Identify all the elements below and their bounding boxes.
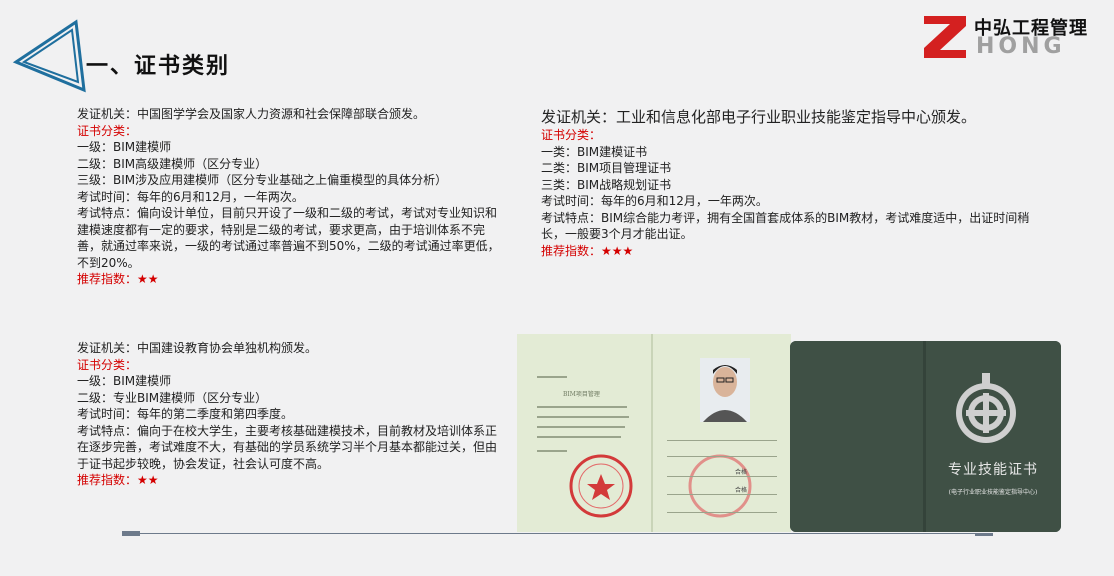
- cert-info-block-2: 发证机关：工业和信息化部电子行业职业技能鉴定指导中心颁发。 证书分类： 一类：B…: [541, 107, 1051, 259]
- issuer-text: 发证机关：工业和信息化部电子行业职业技能鉴定指导中心颁发。: [541, 108, 977, 126]
- level-item: 一级：BIM建模师: [77, 140, 172, 154]
- certificate-cover-photo: 专业技能证书 (电子行业职业技能鉴定指导中心): [790, 341, 1061, 532]
- cover-subtitle: (电子行业职业技能鉴定指导中心): [948, 489, 1038, 496]
- logo-english-text: HONG: [976, 34, 1066, 59]
- level-item: 二类：BIM项目管理证书: [541, 161, 672, 175]
- category-label: 证书分类：: [77, 123, 138, 138]
- cover-title: 专业技能证书: [948, 462, 1038, 478]
- category-label: 证书分类：: [541, 128, 602, 142]
- exam-features-text: 考试特点：偏向于在校大学生，主要考核基础建模技术，目前教材及培训体系正在逐步完善…: [77, 423, 498, 471]
- bottom-divider: [122, 533, 992, 534]
- bottom-divider-mark-right: [975, 533, 993, 536]
- certificate-inner-illustration: BIM项目管理 合格 合格: [517, 334, 791, 532]
- logo-z-icon: [924, 16, 966, 58]
- pass-text-1: 合格: [735, 468, 747, 476]
- level-item: 二级：BIM高级建模师（区分专业）: [77, 156, 268, 171]
- certificate-inner-heading: BIM项目管理: [563, 390, 600, 398]
- issuer-text: 发证机关：中国建设教育协会单独机构颁发。: [77, 341, 318, 355]
- level-item: 一级：BIM建模师: [77, 374, 172, 388]
- cert-info-block-3: 发证机关：中国建设教育协会单独机构颁发。 证书分类： 一级：BIM建模师 二级：…: [77, 340, 507, 489]
- level-item: 三类：BIM战略规划证书: [541, 177, 672, 192]
- certificate-inner-photo: BIM项目管理 合格 合格: [517, 334, 791, 532]
- exam-time-text: 考试时间：每年的6月和12月，一年两次。: [77, 189, 304, 204]
- recommend-rating: 推荐指数：★★: [77, 272, 159, 286]
- level-item: 一类：BIM建模证书: [541, 144, 648, 159]
- exam-time-text: 考试时间：每年的6月和12月，一年两次。: [541, 194, 768, 208]
- level-item: 三级：BIM涉及应用建模师（区分专业基础之上偏重模型的具体分析）: [77, 173, 448, 187]
- page-title: 一、证书类别: [86, 53, 231, 79]
- company-logo: 中弘工程管理 HONG: [920, 12, 1100, 62]
- bottom-divider-mark-left: [122, 531, 140, 536]
- recommend-rating: 推荐指数：★★: [77, 473, 159, 487]
- exam-features-text: 考试特点：BIM综合能力考评，拥有全国首套成体系的BIM教材，考试难度适中，出证…: [541, 210, 1030, 242]
- pass-text-2: 合格: [735, 486, 747, 494]
- decorative-triangle: [12, 19, 86, 93]
- category-label: 证书分类：: [77, 357, 138, 372]
- recommend-rating: 推荐指数：★★★: [541, 243, 634, 258]
- certificate-cover-emblem: [790, 341, 1061, 532]
- exam-time-text: 考试时间：每年的第二季度和第四季度。: [77, 407, 294, 421]
- cert-info-block-1: 发证机关：中国图学学会及国家人力资源和社会保障部联合颁发。 证书分类： 一级：B…: [77, 106, 507, 288]
- exam-features-text: 考试特点：偏向设计单位，目前只开设了一级和二级的考试，考试对专业知识和建模速度都…: [77, 206, 500, 270]
- level-item: 二级：专业BIM建模师（区分专业）: [77, 390, 268, 405]
- issuer-text: 发证机关：中国图学学会及国家人力资源和社会保障部联合颁发。: [77, 107, 426, 121]
